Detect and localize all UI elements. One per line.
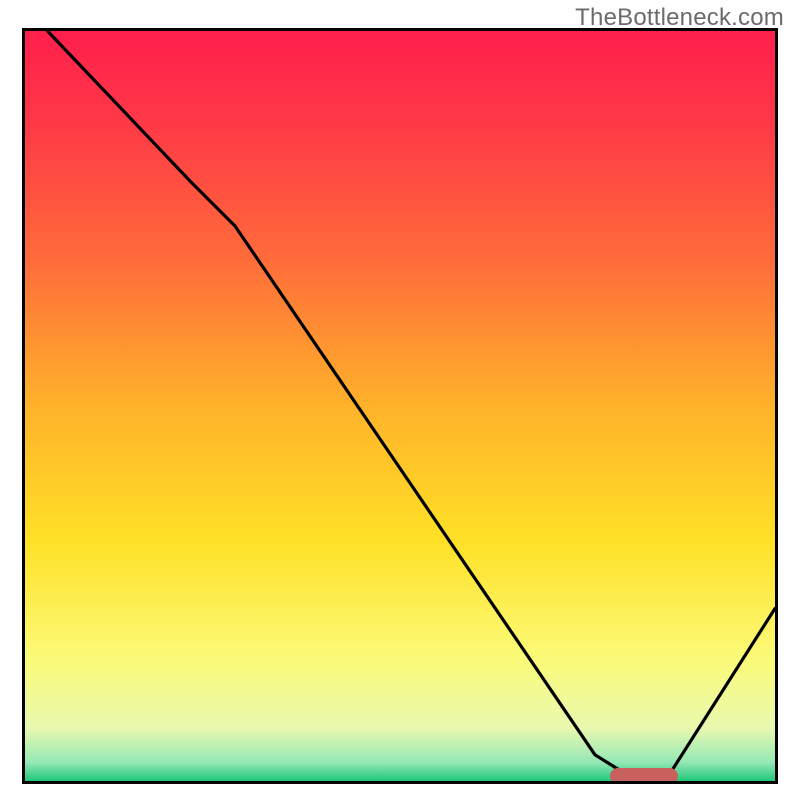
chart-curve-layer <box>25 31 775 781</box>
bottleneck-curve <box>48 31 776 774</box>
chart-container: TheBottleneck.com <box>0 0 800 800</box>
watermark-text: TheBottleneck.com <box>575 4 784 32</box>
bottleneck-optimal-range-marker <box>610 768 678 784</box>
